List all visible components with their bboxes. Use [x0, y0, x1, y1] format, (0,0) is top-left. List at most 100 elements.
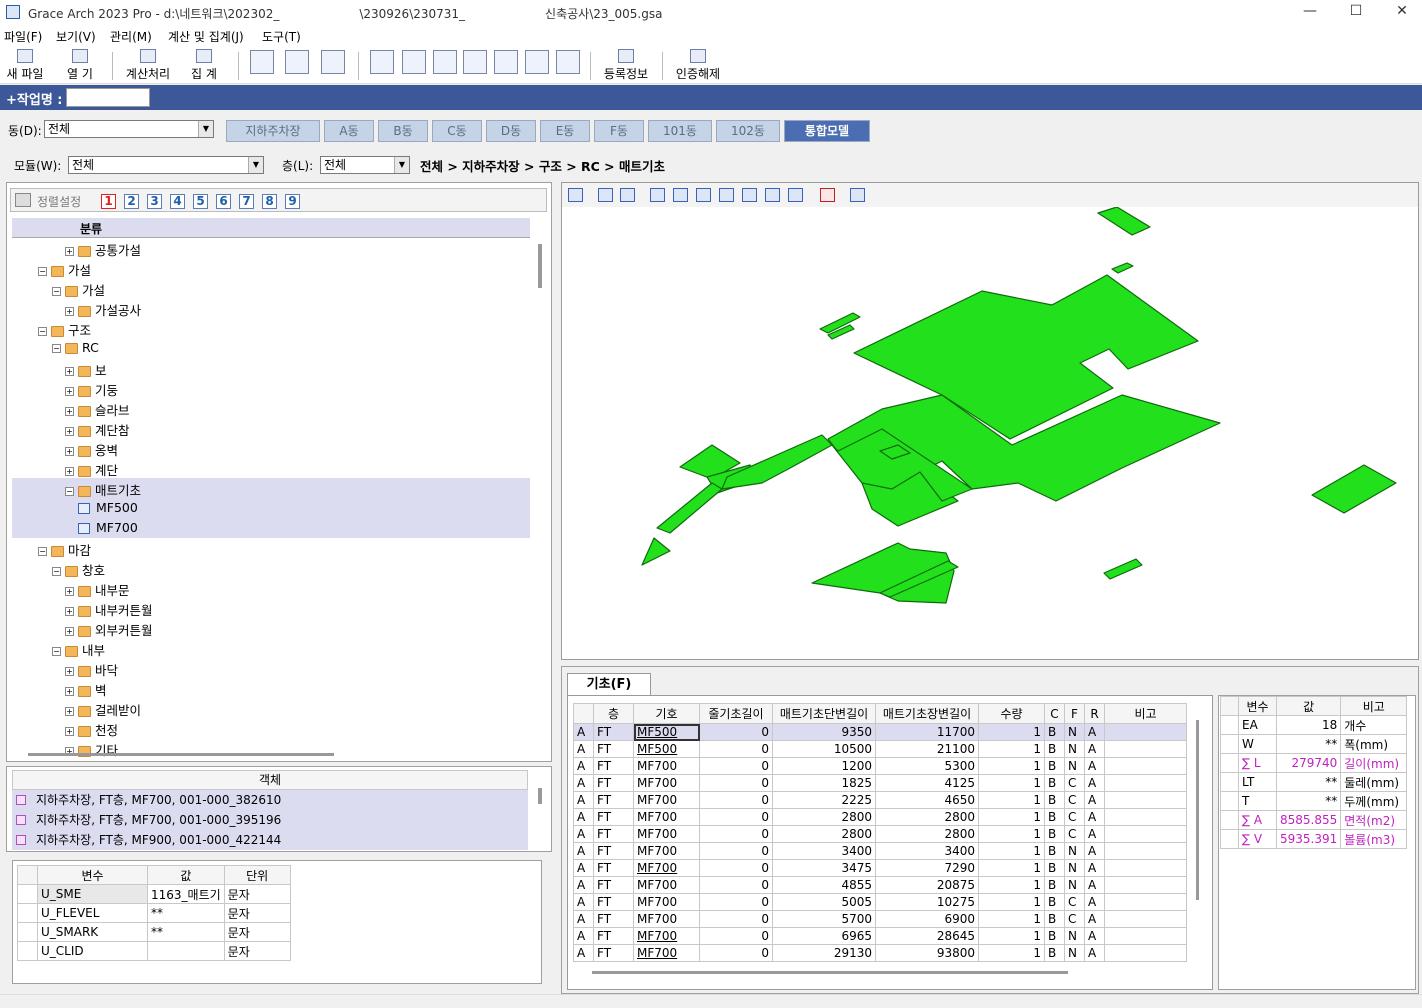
objects-scrollbar[interactable]	[538, 788, 542, 804]
window7-icon[interactable]	[556, 50, 580, 74]
layers-icon[interactable]	[568, 188, 583, 202]
minimize-button[interactable]: —	[1287, 0, 1333, 24]
expand-icon[interactable]: +	[65, 607, 74, 616]
zoom-icon[interactable]	[285, 50, 309, 74]
tab-0[interactable]: 지하주차장	[226, 120, 320, 142]
orbit-icon[interactable]	[598, 188, 613, 202]
vars-row[interactable]: U_SMARK ** 문자	[17, 922, 291, 942]
tree-item[interactable]: + 옹벽	[12, 438, 530, 458]
tree-item[interactable]: + 가설공사	[12, 298, 530, 318]
view-iso-icon[interactable]	[788, 188, 803, 202]
tree-item[interactable]: + 걸레받이	[12, 698, 530, 718]
menu-view[interactable]: 보기(V)	[56, 28, 96, 45]
preview-icon[interactable]	[321, 50, 345, 74]
pan-icon[interactable]	[620, 188, 635, 202]
expand-icon[interactable]: +	[65, 727, 74, 736]
tree-item[interactable]: − 매트기초	[12, 478, 530, 498]
summary-row[interactable]: W ** 폭(mm)	[1220, 734, 1408, 754]
expand-icon[interactable]: −	[52, 567, 61, 576]
tree-item[interactable]: + 외부커튼월	[12, 618, 530, 638]
tree-item[interactable]: + 공통가설	[12, 238, 530, 258]
model-viewer[interactable]	[561, 182, 1419, 660]
tab-foundation[interactable]: 기초(F)	[567, 673, 651, 696]
sort-number-button[interactable]: 9	[285, 194, 300, 209]
table-row[interactable]: A FT MF700 0 29130 93800 1 B N A	[573, 944, 1187, 962]
sort-settings-button[interactable]: 정렬설정	[37, 193, 81, 210]
tab-5[interactable]: E동	[540, 120, 590, 142]
cloud-icon[interactable]	[850, 188, 865, 202]
summary-row[interactable]: LT ** 둘레(mm)	[1220, 772, 1408, 792]
expand-icon[interactable]: −	[52, 344, 61, 353]
expand-icon[interactable]: +	[65, 307, 74, 316]
tab-9[interactable]: 통합모델	[784, 120, 870, 142]
expand-icon[interactable]: +	[65, 627, 74, 636]
window4-icon[interactable]	[463, 50, 487, 74]
tree-item[interactable]: − 내부	[12, 638, 530, 658]
tree-item[interactable]: + 내부문	[12, 578, 530, 598]
expand-icon[interactable]: +	[65, 447, 74, 456]
table-row[interactable]: A FT MF700 0 2800 2800 1 B C A	[573, 808, 1187, 826]
tree-item[interactable]: + 기둥	[12, 378, 530, 398]
view-top-icon[interactable]	[742, 188, 757, 202]
floor-select[interactable]: 전체 ▼	[320, 156, 410, 174]
tab-8[interactable]: 102동	[716, 120, 780, 142]
expand-icon[interactable]: −	[52, 287, 61, 296]
find-icon[interactable]	[250, 50, 274, 74]
tab-4[interactable]: D동	[486, 120, 536, 142]
expand-icon[interactable]: −	[65, 487, 74, 496]
tree-item[interactable]: MF700	[12, 518, 530, 538]
window6-icon[interactable]	[525, 50, 549, 74]
expand-icon[interactable]: +	[65, 427, 74, 436]
summary-row[interactable]: EA 18 개수	[1220, 715, 1408, 735]
tree-item[interactable]: + 슬라브	[12, 398, 530, 418]
tab-3[interactable]: C동	[432, 120, 482, 142]
object-row[interactable]: 지하주차장, FT층, MF700, 001-000_395196	[12, 810, 528, 830]
sort-number-button[interactable]: 6	[216, 194, 231, 209]
expand-icon[interactable]: +	[65, 467, 74, 476]
expand-icon[interactable]: −	[52, 647, 61, 656]
module-select[interactable]: 전체 ▼	[68, 156, 264, 174]
sort-number-button[interactable]: 1	[101, 194, 116, 209]
expand-icon[interactable]: −	[38, 267, 47, 276]
tab-7[interactable]: 101동	[648, 120, 712, 142]
tree-item[interactable]: − 가설	[12, 258, 530, 278]
tree-item[interactable]: + 벽	[12, 678, 530, 698]
expand-icon[interactable]: +	[65, 367, 74, 376]
sort-number-button[interactable]: 2	[124, 194, 139, 209]
aggregate-button[interactable]: 집 계	[184, 49, 224, 83]
work-name-input[interactable]	[66, 88, 150, 107]
table-row[interactable]: A FT MF500 0 10500 21100 1 B N A	[573, 740, 1187, 758]
menu-manage[interactable]: 관리(M)	[110, 28, 152, 45]
table-row[interactable]: A FT MF700 0 2225 4650 1 B C A	[573, 791, 1187, 809]
tree-hscrollbar[interactable]	[28, 753, 334, 756]
table-row[interactable]: A FT MF500 0 9350 11700 1 B N A	[573, 723, 1187, 741]
tree-item[interactable]: + 내부커튼월	[12, 598, 530, 618]
view-right-icon[interactable]	[719, 188, 734, 202]
expand-icon[interactable]: +	[65, 387, 74, 396]
tab-6[interactable]: F동	[594, 120, 644, 142]
table-row[interactable]: A FT MF700 0 6965 28645 1 B N A	[573, 927, 1187, 945]
window1-icon[interactable]	[370, 50, 394, 74]
tree-item[interactable]: MF500	[12, 498, 530, 518]
view-front-icon[interactable]	[650, 188, 665, 202]
table-row[interactable]: A FT MF700 0 5005 10275 1 B C A	[573, 893, 1187, 911]
tab-2[interactable]: B동	[378, 120, 428, 142]
dong-select[interactable]: 전체 ▼	[44, 120, 214, 138]
window2-icon[interactable]	[402, 50, 426, 74]
tree-item[interactable]: + 천정	[12, 718, 530, 738]
tree-item[interactable]: − 가설	[12, 278, 530, 298]
summary-row[interactable]: ∑ L 279740 길이(mm)	[1220, 753, 1408, 773]
vars-row[interactable]: U_FLEVEL ** 문자	[17, 903, 291, 923]
table-row[interactable]: A FT MF700 0 3475 7290 1 B N A	[573, 859, 1187, 877]
table-row[interactable]: A FT MF700 0 5700 6900 1 B C A	[573, 910, 1187, 928]
expand-icon[interactable]: +	[65, 707, 74, 716]
open-button[interactable]: 열 기	[60, 49, 100, 83]
vars-row[interactable]: U_CLID 문자	[17, 941, 291, 961]
tab-1[interactable]: A동	[324, 120, 374, 142]
tree-item[interactable]: − RC	[12, 338, 530, 358]
view-back-icon[interactable]	[673, 188, 688, 202]
table-row[interactable]: A FT MF700 0 1200 5300 1 B N A	[573, 757, 1187, 775]
list-icon[interactable]	[820, 188, 835, 202]
table-row[interactable]: A FT MF700 0 4855 20875 1 B N A	[573, 876, 1187, 894]
tree-item[interactable]: − 구조	[12, 318, 530, 338]
